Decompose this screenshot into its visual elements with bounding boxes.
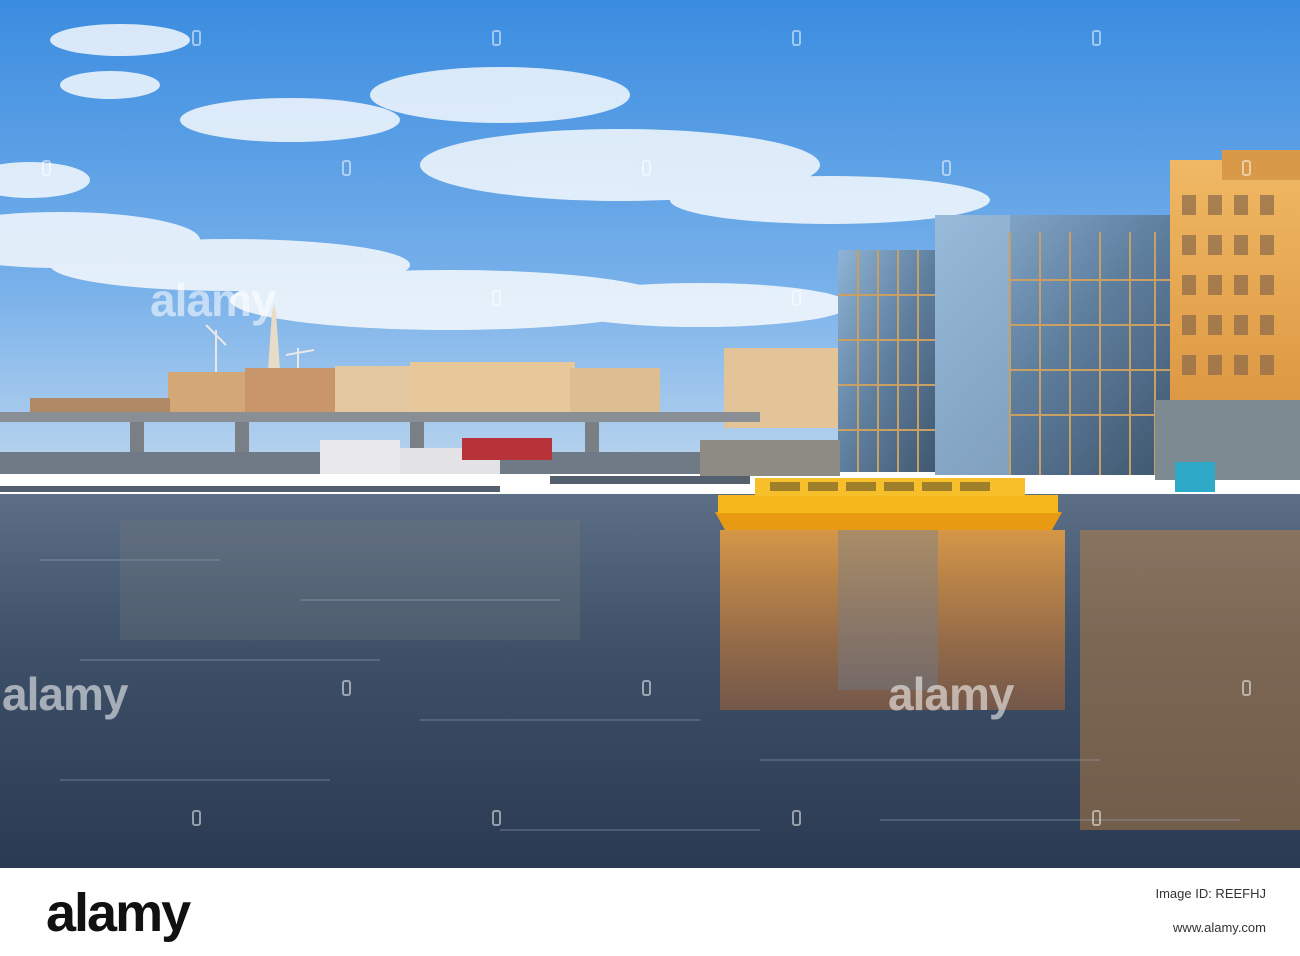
glass-tower-left bbox=[838, 250, 938, 472]
watermark-mark bbox=[192, 810, 201, 826]
image-id: Image ID: REEFHJ bbox=[1155, 886, 1266, 901]
watermark-mark bbox=[1242, 160, 1251, 176]
watermark-mark bbox=[642, 680, 651, 696]
alamy-logo: alamy bbox=[46, 883, 191, 943]
watermark-mark bbox=[1092, 30, 1101, 46]
yellow-water-taxi bbox=[715, 478, 1062, 530]
watermark-mark bbox=[342, 160, 351, 176]
watermark-mark bbox=[792, 30, 801, 46]
site-url[interactable]: www.alamy.com bbox=[1173, 920, 1266, 935]
watermark-mark bbox=[342, 680, 351, 696]
watermark-mark bbox=[642, 160, 651, 176]
watermark-mark bbox=[42, 160, 51, 176]
watermark-mark bbox=[942, 160, 951, 176]
watermark-mark bbox=[1242, 680, 1251, 696]
waterfront-photo: alamy alamy alamy bbox=[0, 0, 1300, 868]
watermark-mark bbox=[1092, 810, 1101, 826]
watermark-mark bbox=[492, 810, 501, 826]
glass-tower-center bbox=[935, 215, 1173, 475]
gold-building-right bbox=[1155, 150, 1300, 480]
watermark-mark bbox=[792, 290, 801, 306]
watermark-text: alamy bbox=[888, 668, 1014, 720]
stock-footer-bar: alamy Image ID: REEFHJ www.alamy.com bbox=[0, 868, 1300, 956]
watermark-mark bbox=[192, 30, 201, 46]
watermark-mark bbox=[792, 810, 801, 826]
watermark-text: alamy bbox=[2, 668, 128, 720]
waterfront-scene bbox=[0, 0, 1300, 868]
watermark-text: alamy bbox=[150, 274, 276, 326]
watermark-mark bbox=[492, 30, 501, 46]
watermark-mark bbox=[492, 290, 501, 306]
